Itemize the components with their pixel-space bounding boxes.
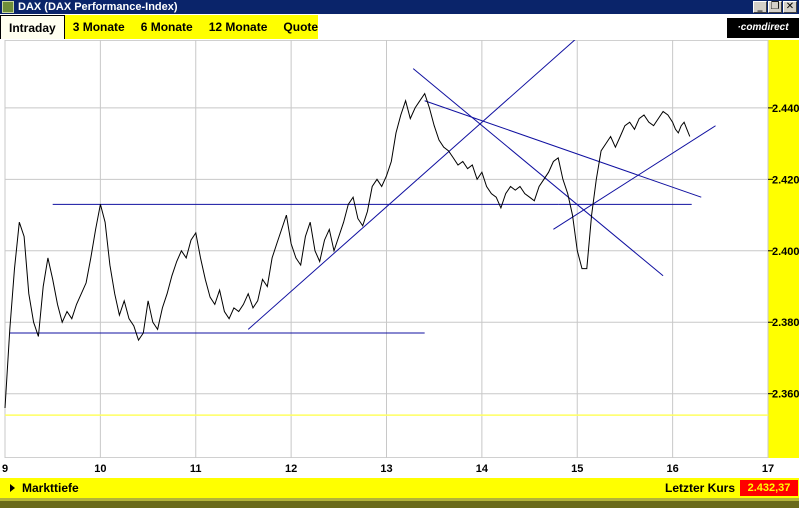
y-tick-label: 2.360 — [772, 389, 799, 401]
expand-arrow-icon[interactable] — [10, 484, 15, 492]
x-tick-label: 9 — [2, 463, 8, 475]
x-tick-label: 10 — [94, 463, 106, 475]
x-tick-label: 11 — [190, 463, 202, 475]
letzter-kurs-value: 2.432,37 — [740, 480, 798, 496]
tab-3-monate[interactable]: 3 Monate — [65, 15, 133, 39]
x-tick-label: 15 — [571, 463, 583, 475]
letzter-kurs-label: Letzter Kurs — [664, 481, 735, 495]
window-title: DAX (DAX Performance-Index) — [18, 1, 178, 13]
y-tick-label: 2.400 — [772, 246, 799, 258]
tab-list: Intraday 3 Monate 6 Monate 12 Monate Quo… — [0, 15, 318, 39]
y-tick-label: 2.380 — [772, 317, 799, 329]
y-tick-label: 2.420 — [772, 174, 799, 186]
tab-intraday[interactable]: Intraday — [0, 15, 65, 39]
app-icon — [2, 1, 14, 13]
tab-quote[interactable]: Quote — [275, 15, 326, 39]
x-tick-label: 16 — [667, 463, 679, 475]
x-tick-label: 13 — [380, 463, 392, 475]
close-button[interactable]: ✕ — [783, 1, 797, 13]
bottom-bar: Markttiefe Letzter Kurs 2.432,37 — [0, 478, 799, 498]
markttiefe-link[interactable]: Markttiefe — [22, 478, 79, 498]
comdirect-logo: ·comdirect — [727, 18, 799, 38]
chart-area: 2.360 2.380 2.400 2.420 2.440 9 10 11 12 13 14 15 16… — [0, 40, 799, 478]
footer-strip-highlight — [0, 498, 799, 501]
tab-6-monate[interactable]: 6 Monate — [133, 15, 201, 39]
x-tick-label: 14 — [476, 463, 489, 475]
restore-button[interactable]: ❐ — [768, 1, 782, 13]
tab-bar: Intraday 3 Monate 6 Monate 12 Monate Quo… — [0, 14, 799, 40]
minimize-button[interactable]: _ — [753, 1, 767, 13]
x-axis-panel — [0, 458, 799, 478]
y-tick-label: 2.440 — [772, 103, 799, 115]
x-tick-label: 17 — [762, 463, 774, 475]
x-tick-label: 12 — [285, 463, 297, 475]
tab-12-monate[interactable]: 12 Monate — [201, 15, 276, 39]
window-titlebar: DAX (DAX Performance-Index) _ ❐ ✕ — [0, 0, 799, 14]
